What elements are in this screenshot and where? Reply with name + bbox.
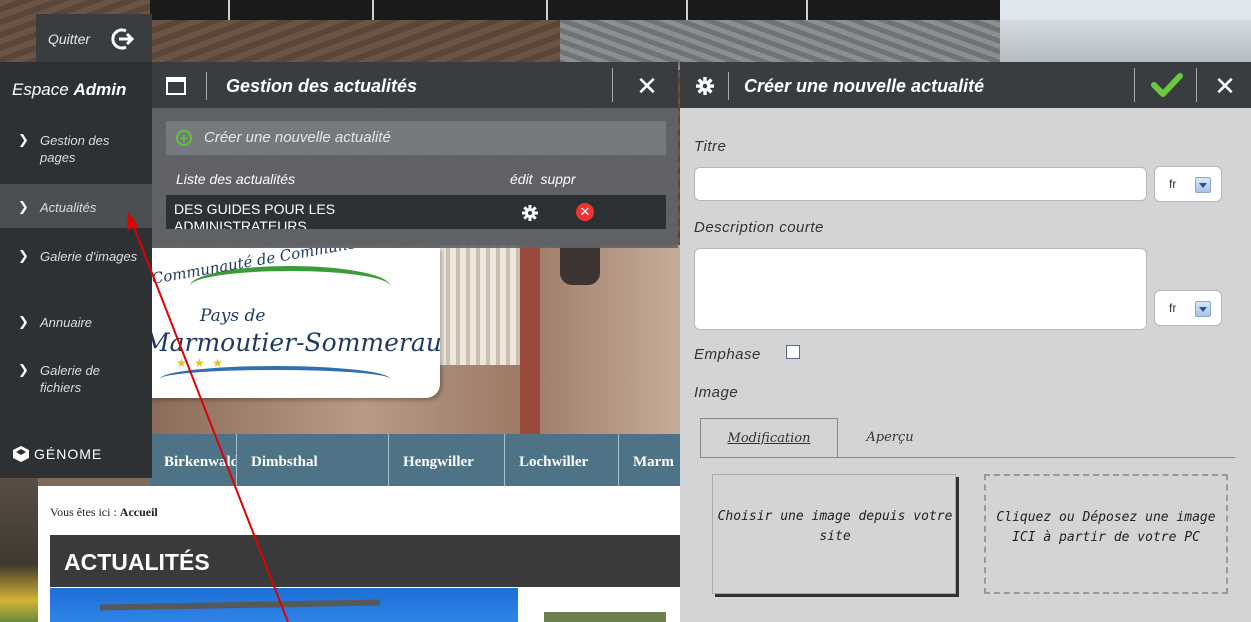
admin-space-bold: Admin xyxy=(73,80,127,99)
title-label: Titre xyxy=(694,138,727,155)
choose-image-button[interactable]: Choisir une image depuis votre site xyxy=(712,474,956,594)
column-delete: suppr xyxy=(540,171,576,187)
site-logo[interactable]: Communauté de Communes Pays de Marmoutie… xyxy=(140,248,440,398)
sidebar-item-label: Galerie de fichiers xyxy=(40,363,100,395)
news-manager-header: Gestion des actualités ✕ xyxy=(152,62,678,108)
genome-brand: GÉNOME xyxy=(34,446,103,462)
close-icon[interactable]: ✕ xyxy=(1200,70,1250,102)
image-dropzone[interactable]: Cliquez ou Déposez une image ICI à parti… xyxy=(984,474,1228,594)
chevron-right-icon: ❯ xyxy=(18,248,29,263)
delete-icon[interactable]: ✕ xyxy=(576,203,594,221)
title-input[interactable] xyxy=(694,167,1147,201)
site-nav-item[interactable]: Dimbsthal xyxy=(236,434,336,486)
sidebar-item-label: Annuaire xyxy=(40,315,93,330)
admin-space-prefix: Espace xyxy=(12,80,69,99)
gear-icon[interactable] xyxy=(522,205,538,221)
window-icon xyxy=(166,77,186,95)
dropzone-label: Cliquez ou Déposez une image ICI à parti… xyxy=(996,510,1216,545)
tab-label: Aperçu xyxy=(866,430,914,445)
news-banner: ACTUALITÉS xyxy=(50,535,680,587)
tab-label: Modification xyxy=(727,431,811,446)
logo-line-2: Pays de xyxy=(200,306,266,326)
close-icon[interactable]: ✕ xyxy=(622,70,672,102)
site-nav-item[interactable]: Marm xyxy=(618,434,680,486)
genome-logo-icon xyxy=(13,446,29,462)
news-list-row[interactable]: DES GUIDES POUR LES ADMINISTRATEURS ✕ xyxy=(166,195,666,229)
news-thumbnail-2[interactable] xyxy=(544,612,666,622)
site-nav-item[interactable]: Birkenwald xyxy=(150,434,236,486)
language-value: fr xyxy=(1169,301,1177,315)
background-beam xyxy=(520,245,540,435)
background-shutter xyxy=(440,245,520,365)
breadcrumb: Vous êtes ici : Accueil xyxy=(50,505,158,520)
site-top-nav-bar xyxy=(150,0,1000,20)
title-language-select[interactable]: fr xyxy=(1154,166,1222,202)
sidebar-item-label: Gestion des pages xyxy=(40,133,110,165)
sidebar-item-label: Galerie d'images xyxy=(40,249,138,264)
chevron-down-icon xyxy=(1195,301,1211,317)
chevron-right-icon: ❯ xyxy=(18,314,29,329)
sidebar-item-gallery[interactable]: ❯ Galerie d'images xyxy=(0,238,152,300)
settings-gear-icon[interactable] xyxy=(696,77,714,95)
site-nav-item[interactable]: Hengwiller xyxy=(388,434,504,486)
news-manager-title: Gestion des actualités xyxy=(226,76,418,96)
description-textarea[interactable] xyxy=(694,248,1147,330)
plus-circle-icon: + xyxy=(176,130,192,146)
tab-modification[interactable]: Modification xyxy=(700,418,838,458)
site-left-photo xyxy=(0,478,38,622)
news-list-title: Liste des actualités xyxy=(176,171,296,187)
admin-space-title: Espace Admin xyxy=(12,80,126,100)
chevron-down-icon xyxy=(1195,177,1211,193)
sidebar-item-directory[interactable]: ❯ Annuaire xyxy=(0,302,152,342)
description-label: Description courte xyxy=(694,219,824,236)
screen: Communauté de Communes Pays de Marmoutie… xyxy=(0,0,1251,622)
create-news-title: Créer une nouvelle actualité xyxy=(744,76,985,96)
choose-image-label: Choisir une image depuis votre site xyxy=(717,509,953,544)
logout-icon[interactable] xyxy=(108,26,134,52)
site-commune-nav: Birkenwald Dimbsthal Hengwiller Lochwill… xyxy=(150,434,680,486)
background-lamp xyxy=(560,245,600,285)
description-language-select[interactable]: fr xyxy=(1154,290,1222,326)
create-news-button[interactable]: + Créer une nouvelle actualité xyxy=(166,121,666,155)
emphasis-checkbox[interactable] xyxy=(786,345,800,359)
chevron-right-icon: ❯ xyxy=(18,199,29,214)
sidebar-item-label: Actualités xyxy=(40,200,97,215)
breadcrumb-current[interactable]: Accueil xyxy=(120,505,158,519)
site-nav-item[interactable]: Lochwiller xyxy=(504,434,618,486)
tab-divider xyxy=(700,457,1235,458)
sidebar-item-files[interactable]: ❯ Galerie de fichiers xyxy=(0,352,152,412)
column-edit: édit xyxy=(510,171,533,187)
chevron-right-icon: ❯ xyxy=(18,362,29,377)
quit-label[interactable]: Quitter xyxy=(48,31,90,47)
news-row-title: DES GUIDES POUR LES ADMINISTRATEURS xyxy=(174,201,336,229)
chevron-right-icon: ❯ xyxy=(18,132,29,147)
news-list-columns: édit suppr xyxy=(510,171,576,187)
save-check-icon[interactable] xyxy=(1142,68,1190,102)
create-news-header: Créer une nouvelle actualité ✕ xyxy=(680,62,1251,108)
language-value: fr xyxy=(1169,177,1177,191)
sidebar-item-actualites[interactable]: ❯ Actualités xyxy=(0,184,152,228)
logo-line-3: Marmoutier-Sommerau xyxy=(144,328,440,357)
sidebar-item-pages[interactable]: ❯ Gestion des pages xyxy=(0,122,152,184)
tab-apercu[interactable]: Aperçu xyxy=(842,418,938,458)
image-label: Image xyxy=(694,384,739,401)
news-thumbnail[interactable] xyxy=(50,588,518,622)
emphasis-label: Emphase xyxy=(694,346,761,363)
create-news-label: Créer une nouvelle actualité xyxy=(204,129,391,146)
breadcrumb-prefix: Vous êtes ici : xyxy=(50,505,117,519)
background-sky xyxy=(1000,0,1251,70)
